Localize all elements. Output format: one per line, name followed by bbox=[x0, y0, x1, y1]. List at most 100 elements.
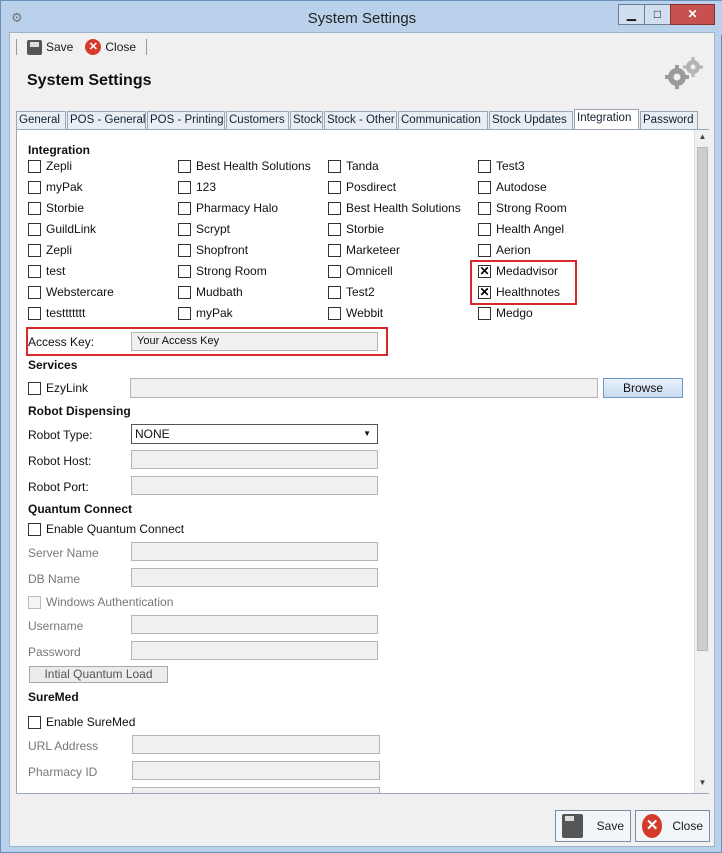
checkbox-box[interactable] bbox=[328, 285, 341, 299]
window-close-button[interactable]: ✕ bbox=[670, 4, 715, 25]
minimize-button[interactable]: ▁ bbox=[618, 4, 645, 25]
db-name-field[interactable] bbox=[131, 568, 378, 587]
enable-quantum-checkbox-box[interactable] bbox=[28, 522, 41, 536]
checkbox-box[interactable] bbox=[478, 201, 491, 215]
checkbox-box[interactable] bbox=[28, 180, 41, 194]
integration-checkbox-best-health-solutions[interactable]: Best Health Solutions bbox=[178, 159, 311, 173]
enable-quantum-checkbox[interactable]: Enable Quantum Connect bbox=[28, 522, 184, 536]
integration-checkbox-mypak[interactable]: myPak bbox=[178, 306, 233, 320]
checkbox-box[interactable] bbox=[28, 222, 41, 236]
checkbox-box[interactable] bbox=[328, 180, 341, 194]
ezylink-checkbox[interactable]: EzyLink bbox=[28, 381, 88, 395]
checkbox-box[interactable] bbox=[28, 201, 41, 215]
checkbox-box[interactable] bbox=[478, 180, 491, 194]
footer-close-button[interactable]: ✕ Close bbox=[635, 810, 710, 842]
integration-checkbox-medgo[interactable]: Medgo bbox=[478, 306, 533, 320]
integration-checkbox-test[interactable]: test bbox=[28, 264, 65, 278]
integration-checkbox-strong-room[interactable]: Strong Room bbox=[178, 264, 267, 278]
enable-suremed-checkbox-box[interactable] bbox=[28, 715, 41, 729]
tab-password[interactable]: Password bbox=[640, 111, 698, 129]
access-key-field[interactable]: Your Access Key bbox=[131, 332, 378, 351]
checkbox-box[interactable] bbox=[28, 285, 41, 299]
tab-stock-updates[interactable]: Stock Updates bbox=[489, 111, 573, 129]
checkbox-box[interactable] bbox=[478, 243, 491, 257]
checkbox-box[interactable] bbox=[328, 306, 341, 320]
integration-checkbox-zepli[interactable]: Zepli bbox=[28, 159, 72, 173]
ezylink-path-field[interactable] bbox=[130, 378, 598, 398]
initial-quantum-load-button[interactable]: Intial Quantum Load bbox=[29, 666, 168, 683]
integration-checkbox-strong-room[interactable]: Strong Room bbox=[478, 201, 567, 215]
toolbar-close-button[interactable]: ✕ Close bbox=[81, 37, 140, 57]
checkbox-box[interactable] bbox=[178, 180, 191, 194]
integration-checkbox-test3[interactable]: Test3 bbox=[478, 159, 525, 173]
integration-checkbox-autodose[interactable]: Autodose bbox=[478, 180, 547, 194]
integration-checkbox-pharmacy-halo[interactable]: Pharmacy Halo bbox=[178, 201, 278, 215]
tab-stock[interactable]: Stock bbox=[290, 111, 323, 129]
integration-checkbox-guildlink[interactable]: GuildLink bbox=[28, 222, 96, 236]
checkbox-box[interactable] bbox=[28, 243, 41, 257]
integration-checkbox-tanda[interactable]: Tanda bbox=[328, 159, 379, 173]
integration-checkbox-omnicell[interactable]: Omnicell bbox=[328, 264, 393, 278]
url-address-field[interactable] bbox=[132, 735, 380, 754]
checkbox-box[interactable] bbox=[28, 306, 41, 320]
checkbox-box[interactable] bbox=[178, 201, 191, 215]
checkbox-box[interactable] bbox=[328, 159, 341, 173]
checkbox-box[interactable] bbox=[478, 222, 491, 236]
checkbox-box[interactable] bbox=[178, 264, 191, 278]
checkbox-box[interactable] bbox=[28, 159, 41, 173]
checkbox-box[interactable] bbox=[178, 243, 191, 257]
browse-button[interactable]: Browse bbox=[603, 378, 683, 398]
checkbox-box[interactable] bbox=[328, 243, 341, 257]
integration-checkbox-storbie[interactable]: Storbie bbox=[28, 201, 84, 215]
tab-pos-general[interactable]: POS - General bbox=[67, 111, 146, 129]
tab-customers[interactable]: Customers bbox=[226, 111, 289, 129]
tab-pos-printing[interactable]: POS - Printing bbox=[147, 111, 225, 129]
scroll-up-icon[interactable]: ▲ bbox=[697, 132, 708, 144]
integration-checkbox-shopfront[interactable]: Shopfront bbox=[178, 243, 248, 257]
windows-auth-checkbox-box[interactable] bbox=[28, 595, 41, 609]
integration-checkbox-mypak[interactable]: myPak bbox=[28, 180, 83, 194]
robot-type-select[interactable]: NONE ▼ bbox=[131, 424, 378, 444]
checkbox-box[interactable] bbox=[178, 285, 191, 299]
integration-checkbox-storbie[interactable]: Storbie bbox=[328, 222, 384, 236]
pharmacy-id-field[interactable] bbox=[132, 761, 380, 780]
scrollbar-thumb[interactable] bbox=[697, 147, 708, 651]
integration-checkbox-mudbath[interactable]: Mudbath bbox=[178, 285, 243, 299]
integration-checkbox-testtttttt[interactable]: testtttttt bbox=[28, 306, 85, 320]
checkbox-box[interactable] bbox=[328, 201, 341, 215]
integration-checkbox-zepli[interactable]: Zepli bbox=[28, 243, 72, 257]
integration-checkbox-webstercare[interactable]: Webstercare bbox=[28, 285, 114, 299]
tab-communication[interactable]: Communication bbox=[398, 111, 488, 129]
maximize-button[interactable]: □ bbox=[644, 4, 671, 25]
enable-suremed-checkbox[interactable]: Enable SureMed bbox=[28, 715, 135, 729]
integration-checkbox-marketeer[interactable]: Marketeer bbox=[328, 243, 400, 257]
vertical-scrollbar[interactable]: ▲ ▼ bbox=[694, 130, 709, 793]
integration-checkbox-posdirect[interactable]: Posdirect bbox=[328, 180, 396, 194]
integration-checkbox-best-health-solutions[interactable]: Best Health Solutions bbox=[328, 201, 461, 215]
tab-integration[interactable]: Integration bbox=[574, 109, 639, 129]
ezylink-checkbox-box[interactable] bbox=[28, 381, 41, 395]
checkbox-box[interactable] bbox=[328, 264, 341, 278]
robot-port-field[interactable] bbox=[131, 476, 378, 495]
integration-checkbox-health-angel[interactable]: Health Angel bbox=[478, 222, 564, 236]
checkbox-box[interactable] bbox=[28, 264, 41, 278]
tab-general[interactable]: General bbox=[16, 111, 66, 129]
windows-auth-checkbox[interactable]: Windows Authentication bbox=[28, 595, 173, 609]
checkbox-box[interactable] bbox=[178, 222, 191, 236]
integration-checkbox-aerion[interactable]: Aerion bbox=[478, 243, 531, 257]
username-field[interactable] bbox=[131, 615, 378, 634]
integration-checkbox-123[interactable]: 123 bbox=[178, 180, 216, 194]
server-name-field[interactable] bbox=[131, 542, 378, 561]
robot-host-field[interactable] bbox=[131, 450, 378, 469]
checkbox-box[interactable] bbox=[178, 159, 191, 173]
toolbar-save-button[interactable]: Save bbox=[23, 37, 77, 57]
integration-checkbox-test2[interactable]: Test2 bbox=[328, 285, 375, 299]
footer-save-button[interactable]: Save bbox=[555, 810, 631, 842]
password-field[interactable] bbox=[131, 641, 378, 660]
scroll-down-icon[interactable]: ▼ bbox=[697, 778, 708, 790]
checkbox-box[interactable] bbox=[478, 306, 491, 320]
tab-stock-other[interactable]: Stock - Other bbox=[324, 111, 397, 129]
next-field[interactable] bbox=[132, 787, 380, 793]
integration-checkbox-webbit[interactable]: Webbit bbox=[328, 306, 383, 320]
checkbox-box[interactable] bbox=[178, 306, 191, 320]
